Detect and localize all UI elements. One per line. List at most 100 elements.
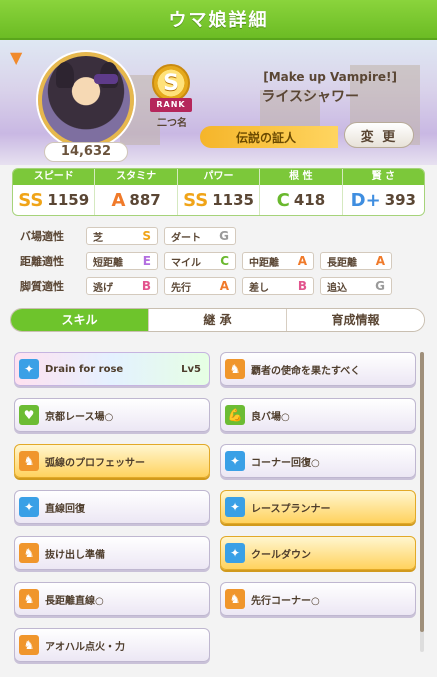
aptitude-item: 中距離 A	[242, 252, 314, 270]
skill-card[interactable]: ✦ 直線回復	[14, 490, 210, 524]
horse-icon: ♞	[19, 589, 39, 609]
stat-value: 1159	[47, 191, 90, 209]
aptitude-item: 先行 A	[164, 277, 236, 295]
skill-name: クールダウン	[251, 549, 311, 561]
skills-scrollbar[interactable]	[420, 352, 424, 652]
aptitude-item: 長距離 A	[320, 252, 392, 270]
aptitude-name: 長距離	[327, 257, 357, 269]
aptitude-item: 短距離 E	[86, 252, 158, 270]
epithet-title: 伝説の証人	[200, 126, 338, 148]
rank-label: RANK	[150, 98, 192, 112]
aptitude-grade: G	[219, 229, 229, 243]
skill-card[interactable]: ✦ コーナー回復○	[220, 444, 416, 478]
sparkle-icon: ✦	[225, 543, 245, 563]
sparkle-icon: ✦	[225, 451, 245, 471]
character-portrait[interactable]	[38, 52, 134, 148]
skill-name: Drain for rose	[45, 363, 124, 375]
skill-card[interactable]: ♞ 先行コーナー○	[220, 582, 416, 616]
detail-tabs: スキル 継 承 育成情報	[10, 308, 425, 332]
aptitude-item: 差し B	[242, 277, 314, 295]
stat-grade: D+	[350, 189, 381, 211]
aptitude-grade: B	[297, 279, 307, 293]
nickname-label[interactable]: 二つ名	[152, 114, 192, 129]
skill-card[interactable]: ✦ レースプランナー	[220, 490, 416, 524]
sparkle-icon: ✦	[19, 497, 39, 517]
rank-badge: S	[152, 64, 190, 102]
skill-card[interactable]: ♞ 抜け出し準備	[14, 536, 210, 570]
skill-card[interactable]: ♞ アオハル点火・力	[14, 628, 210, 662]
stat-value: 418	[293, 191, 326, 209]
skill-card[interactable]: ✦ クールダウン	[220, 536, 416, 570]
aptitude-grade: B	[141, 279, 151, 293]
costume-subtitle: [Make up Vampire!]	[263, 70, 397, 84]
skill-name: 長距離直線○	[45, 595, 104, 607]
stat-guts: 根 性 C 418	[260, 169, 342, 215]
bicep-icon: 💪	[225, 405, 245, 425]
scrollbar-thumb[interactable]	[420, 352, 424, 632]
evaluation-points: 14,632	[44, 142, 128, 162]
aptitude-name: 差し	[249, 282, 269, 294]
carrot-icon: ▼	[10, 48, 23, 67]
aptitude-name: 先行	[171, 282, 191, 294]
horse-icon: ♞	[19, 451, 39, 471]
stat-label: スピード	[13, 169, 95, 185]
skill-name: コーナー回復○	[251, 457, 320, 469]
aptitude-name: 芝	[93, 232, 103, 244]
aptitude-item: 芝 S	[86, 227, 158, 245]
stat-value: 393	[384, 191, 416, 209]
stat-grade: C	[276, 189, 290, 211]
skill-card[interactable]: ♞ 覇者の使命を果たすべく	[220, 352, 416, 386]
horse-icon: ♞	[19, 543, 39, 563]
aptitude-grade: S	[142, 229, 151, 243]
skill-name: 弧線のプロフェッサー	[45, 457, 145, 469]
stat-value: 1135	[212, 191, 254, 209]
skill-name: レースプランナー	[251, 503, 331, 515]
aptitude-name: 逃げ	[93, 282, 113, 294]
stat-label: 賢 さ	[342, 169, 424, 185]
aptitude-track-row: バ場適性 芝 S ダート G	[20, 226, 420, 246]
aptitude-grade: A	[297, 254, 307, 268]
aptitude-item: マイル C	[164, 252, 236, 270]
skill-name: 直線回復	[45, 503, 85, 515]
profile-hero: ▼ 14,632 S RANK 二つ名 [Make up Vampire!] ラ…	[0, 40, 437, 165]
horse-icon: ♞	[225, 589, 245, 609]
tab-inheritance[interactable]: 継 承	[148, 309, 286, 331]
sparkle-icon: ✦	[225, 497, 245, 517]
aptitude-name: 短距離	[93, 257, 123, 269]
heart-icon: ♥	[19, 405, 39, 425]
stat-label: パワー	[177, 169, 260, 185]
skill-name: 抜け出し準備	[45, 549, 105, 561]
stat-stamina: スタミナ A 887	[95, 169, 177, 215]
skill-name: 京都レース場○	[45, 411, 114, 423]
stat-value: 887	[129, 191, 161, 209]
aptitude-name: 追込	[327, 282, 347, 294]
stat-label: 根 性	[260, 169, 342, 185]
stats-panel: スピード SS 1159 スタミナ A 887 パワー SS 1135 根 性 …	[12, 168, 425, 216]
header-bar: ウマ娘詳細	[0, 0, 437, 40]
skill-card[interactable]: ♥ 京都レース場○	[14, 398, 210, 432]
stat-grade: A	[111, 189, 126, 211]
aptitude-label: 脚質適性	[20, 280, 64, 293]
stat-wisdom: 賢 さ D+ 393	[342, 169, 424, 215]
aptitude-grade: G	[375, 279, 385, 293]
ear-decoration	[56, 62, 74, 88]
tab-skills[interactable]: スキル	[11, 309, 148, 331]
tab-training-info[interactable]: 育成情報	[286, 309, 424, 331]
horse-icon: ♞	[225, 359, 245, 379]
skill-card[interactable]: 💪 良バ場○	[220, 398, 416, 432]
page-title: ウマ娘詳細	[168, 10, 269, 31]
skill-card[interactable]: ♞ 弧線のプロフェッサー	[14, 444, 210, 478]
skill-name: アオハル点火・力	[45, 641, 125, 653]
aptitude-grade: A	[219, 279, 229, 293]
aptitude-item: 逃げ B	[86, 277, 158, 295]
hat-decoration	[94, 74, 118, 84]
aptitude-grade: A	[375, 254, 385, 268]
aptitude-name: マイル	[171, 257, 201, 269]
aptitude-grade: E	[142, 254, 151, 268]
stat-speed: スピード SS 1159	[13, 169, 95, 215]
skill-name: 先行コーナー○	[251, 595, 320, 607]
skill-card[interactable]: ✦ Drain for rose Lv5	[14, 352, 210, 386]
aptitude-label: 距離適性	[20, 255, 64, 268]
skill-card[interactable]: ♞ 長距離直線○	[14, 582, 210, 616]
change-button[interactable]: 変 更	[344, 122, 414, 148]
